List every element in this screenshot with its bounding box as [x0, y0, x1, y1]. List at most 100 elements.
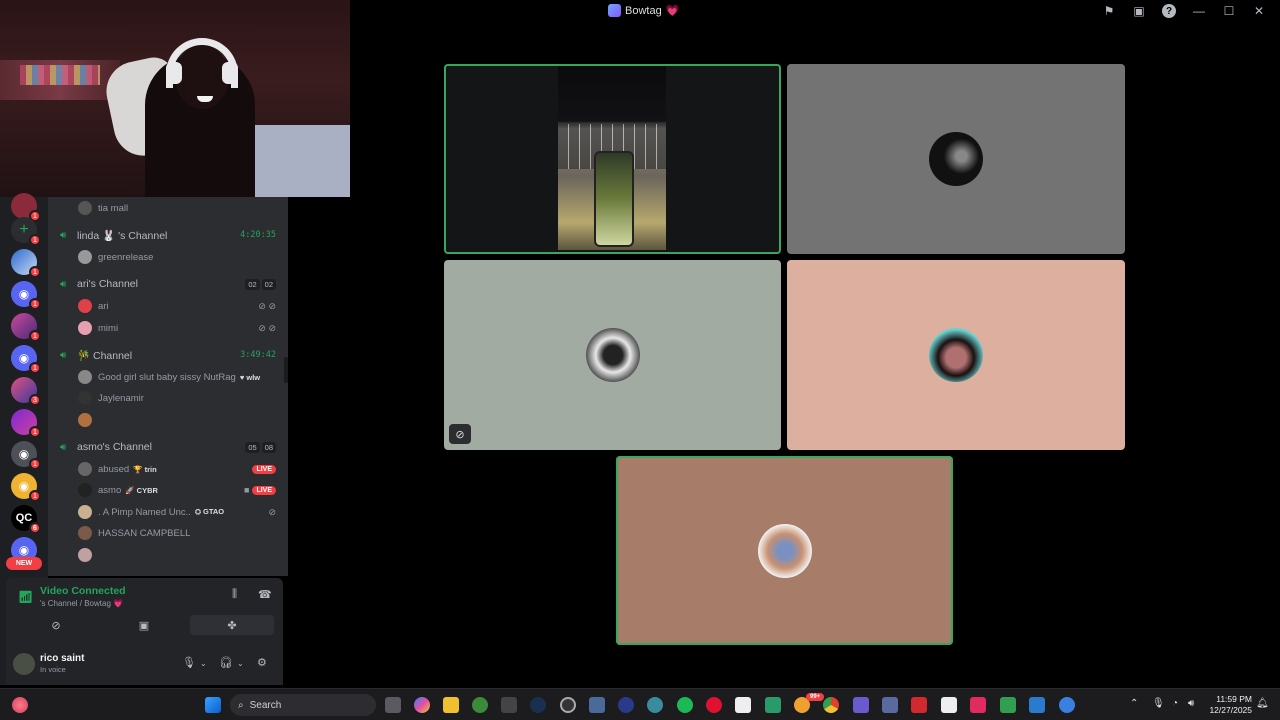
server-icon[interactable]: 1 [11, 409, 41, 438]
headphones-icon[interactable]: 🎧︎ [219, 656, 233, 669]
app-icon[interactable] [853, 697, 869, 713]
help-icon[interactable]: ? [1162, 4, 1176, 18]
discord-icon[interactable]: ◉ 1 [11, 281, 41, 310]
wifi-icon[interactable]: ◔ [1172, 698, 1178, 709]
microphone-icon[interactable]: 🎙︎ [182, 656, 196, 669]
server-icon[interactable]: 1 [11, 193, 41, 222]
avatar[interactable] [13, 653, 35, 675]
discord-icon[interactable]: ◉ 1 [11, 441, 41, 470]
app-icon[interactable] [1029, 697, 1045, 713]
notification-bell-icon[interactable]: 🔔︎ [1256, 698, 1269, 709]
title-emoji: 💗 [665, 5, 680, 17]
video-tile[interactable] [444, 64, 781, 254]
tiktok-icon[interactable] [970, 697, 986, 713]
server-icon[interactable]: 1 [11, 249, 41, 278]
voice-member[interactable]: . A Pimp Named Unc.. ⛭ GTAO ⊘ [48, 502, 288, 522]
muted-deafened-icons: ⊘ ⊘ [258, 300, 276, 311]
app-icon[interactable] [501, 697, 517, 713]
capcut-icon[interactable] [735, 697, 751, 713]
voice-member[interactable]: HASSAN CAMPBELL [48, 523, 288, 543]
edge-icon[interactable] [647, 697, 663, 713]
avatar [78, 526, 92, 540]
system-clock[interactable]: 11:59 PM 12/27/2025 [1209, 694, 1252, 716]
video-tile[interactable] [787, 260, 1125, 450]
voice-status[interactable]: Video Connected [40, 585, 126, 597]
voice-member[interactable] [48, 545, 288, 565]
app-icon[interactable] [618, 697, 634, 713]
voice-member[interactable]: abused 🏆 trin LIVE [48, 459, 288, 479]
voice-channel[interactable]: 🔊︎ ari's Channel 02 02 [48, 274, 288, 294]
voice-member[interactable]: tia mall [48, 198, 288, 218]
chevron-up-icon[interactable]: ⌃ [1130, 698, 1138, 709]
app-icon[interactable] [1000, 697, 1016, 713]
chevron-down-icon[interactable]: ⌄ [200, 659, 207, 668]
voice-member[interactable]: ari ⊘ ⊘ [48, 296, 288, 316]
voice-member[interactable]: mimi ⊘ ⊘ [48, 318, 288, 338]
live-badge: LIVE [252, 464, 276, 474]
new-badge: NEW [6, 557, 42, 570]
chrome-icon[interactable] [823, 697, 839, 713]
server-icon[interactable]: 1 [11, 313, 41, 342]
voice-member[interactable]: Good girl slut baby sissy NutRag ♥ wlw [48, 367, 288, 387]
steam-icon[interactable] [530, 697, 546, 713]
discord-icon[interactable]: ◉ 1 [11, 345, 41, 374]
server-icon[interactable]: 3 [11, 377, 41, 406]
screen-share-icon[interactable]: ▣ [1124, 2, 1154, 20]
discord-icon[interactable]: ◉ 1 [11, 473, 41, 502]
opera-icon[interactable] [706, 697, 722, 713]
camera-off-button[interactable]: ⊘ [14, 615, 98, 635]
disconnect-icon[interactable]: ☎ [258, 588, 272, 601]
screen-share-button[interactable]: ▣ [102, 615, 186, 635]
noise-suppression-icon[interactable]: ⫼ [232, 588, 237, 601]
inbox-flag-icon[interactable]: ⚑ [1094, 2, 1124, 20]
voice-channel[interactable]: 🔊︎ 🎋 Channel 3:49:42 [48, 345, 288, 365]
server-icon [608, 4, 621, 17]
video-tile[interactable] [787, 64, 1125, 254]
channel-timer: 4:20:35 [240, 230, 276, 240]
settings-icon[interactable] [589, 697, 605, 713]
voice-channel[interactable]: 🔊︎ asmo's Channel 05 08 [48, 437, 288, 457]
minimize-icon[interactable]: — [1184, 2, 1214, 20]
video-tile[interactable] [616, 456, 953, 645]
app-icon[interactable] [911, 697, 927, 713]
speaker-icon: 🔊︎ [60, 442, 67, 453]
volume-icon[interactable]: 🔊︎ [1188, 698, 1194, 709]
activities-button[interactable]: ✤ [190, 615, 274, 635]
add-server-icon[interactable]: +1 [11, 217, 41, 246]
server-icon[interactable]: QC 6 [11, 505, 41, 534]
widgets-icon[interactable] [12, 697, 28, 713]
gear-icon[interactable]: ⚙ [257, 656, 267, 669]
taskbar-search[interactable]: ⌕ Search [230, 694, 376, 716]
file-explorer-icon[interactable] [443, 697, 459, 713]
muted-icon: ⊘ [268, 506, 276, 517]
member-tag: ♥ wlw [239, 372, 261, 382]
microphone-icon[interactable]: 🎙︎ [1152, 698, 1165, 709]
voice-member[interactable]: asmo 🚀 CYBR ■ LIVE [48, 480, 288, 500]
windows-start-icon[interactable] [205, 697, 221, 713]
channel-scrollbar[interactable] [284, 357, 288, 383]
task-view-icon[interactable] [385, 697, 401, 713]
voice-member[interactable] [48, 410, 288, 430]
copilot-icon[interactable] [414, 697, 430, 713]
username[interactable]: rico saint [40, 653, 84, 664]
voice-channel-path[interactable]: 's Channel / Bowtag 💗 [40, 599, 123, 608]
member-tag: 🚀 CYBR [125, 485, 158, 495]
app-icon[interactable] [765, 697, 781, 713]
muted-icon: ⊘ [449, 424, 471, 444]
video-tile[interactable]: ⊘ [444, 260, 781, 450]
member-tag: 🏆 trin [133, 464, 157, 474]
app-icon[interactable] [1059, 697, 1075, 713]
obs-icon[interactable] [560, 697, 576, 713]
spotify-icon[interactable] [677, 697, 693, 713]
webcam-overlay [0, 0, 350, 197]
close-icon[interactable]: ✕ [1244, 2, 1274, 20]
roblox-icon[interactable] [941, 697, 957, 713]
voice-member[interactable]: Jaylenamir [48, 388, 288, 408]
voice-member[interactable]: greenrelease [48, 247, 288, 267]
chevron-down-icon[interactable]: ⌄ [237, 659, 244, 668]
xbox-icon[interactable] [472, 697, 488, 713]
window-title-text: Bowtag [625, 4, 662, 17]
maximize-icon[interactable]: ☐ [1214, 2, 1244, 20]
voice-channel[interactable]: 🔊︎ linda 🐰 's Channel 4:20:35 [48, 225, 288, 245]
app-icon[interactable] [882, 697, 898, 713]
